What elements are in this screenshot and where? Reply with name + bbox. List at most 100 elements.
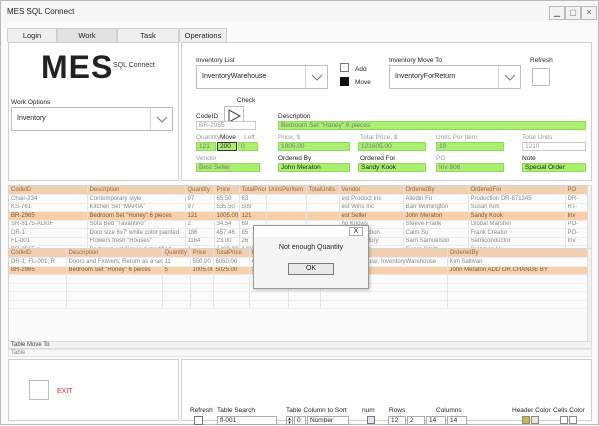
inventory-table-column-header[interactable]: OrderedFor (468, 186, 566, 195)
inventory-table-cell[interactable]: Semiconductor (468, 237, 566, 246)
inventory-table-cell[interactable]: est Wins Inc (339, 203, 404, 212)
inventory-table-column-header[interactable]: Description (87, 186, 186, 195)
inventory-table-cell[interactable]: DR-1 (9, 228, 88, 238)
inventory-table-cell[interactable] (306, 203, 340, 212)
inventory-table-cell[interactable]: 457.46 (214, 228, 240, 238)
column-stepper[interactable]: ▴ ▾ (286, 416, 293, 426)
inventory-table-cell[interactable]: Susan Kim (468, 203, 566, 212)
vendor-field[interactable]: Best Seller (196, 163, 260, 172)
cells-color-swatch-2[interactable] (569, 416, 577, 424)
minimize-icon[interactable]: ▁ (549, 6, 565, 20)
column-index-field[interactable]: 0 (294, 416, 306, 425)
move-table-cell[interactable] (320, 291, 448, 301)
inventory-table-cell[interactable]: 121 (185, 211, 215, 221)
move-table-cell[interactable]: 550.00 (190, 257, 214, 267)
description-field[interactable]: Bedroom Set "Honey" 6 pieces (278, 121, 586, 130)
inventory-table-cell[interactable]: Alledin Fu (403, 194, 469, 204)
inventory-table-cell[interactable]: Production DR-871345 (468, 194, 566, 204)
move-table-cell[interactable] (249, 300, 289, 309)
table-move-to-bar[interactable]: Table Move To (8, 341, 592, 349)
inventory-table-cell[interactable]: 2 (185, 220, 215, 229)
inventory-table-cell[interactable]: 1005.00 (214, 211, 240, 221)
move-table-column-header[interactable]: Quantity (162, 249, 191, 258)
inventory-table-row[interactable]: Chair-234 Contemporary style 97 65.50 63 est … (9, 194, 591, 204)
move-table-cell[interactable] (9, 300, 67, 309)
price-field[interactable]: 1005.00 (278, 142, 350, 151)
move-table-cell[interactable] (447, 274, 591, 284)
move-table-cell[interactable] (288, 291, 321, 301)
move-table-cell[interactable]: 11 (162, 257, 191, 267)
move-table-cell[interactable] (66, 300, 163, 309)
move-table-cell[interactable] (213, 283, 250, 292)
inventory-table-cell[interactable]: 186 (185, 228, 215, 238)
move-table-cell[interactable]: 5 (162, 266, 191, 275)
quantity-field[interactable]: 121 (196, 142, 216, 151)
move-table-cell[interactable] (162, 291, 191, 301)
move-table-empty-row[interactable] (9, 291, 591, 301)
num-checkbox[interactable] (367, 416, 375, 424)
inventory-table-cell[interactable]: KS-761 (9, 203, 88, 212)
add-checkbox[interactable] (340, 63, 349, 72)
inventory-table-row[interactable]: BR-2965 Bedroom Set "Honey" 6 pieces 121 10… (9, 211, 591, 221)
inventory-table-cell[interactable]: Sam Samuelson (403, 237, 469, 246)
column-name-field[interactable]: Number (307, 416, 349, 425)
move-checkbox[interactable] (340, 77, 349, 86)
inventory-table-cell[interactable]: 63 (239, 194, 267, 204)
refresh-bottom-checkbox[interactable] (194, 416, 203, 425)
move-table-column-header[interactable]: OrderedBy (447, 249, 591, 258)
inventory-table-column-header[interactable]: OrderedBy (403, 186, 469, 195)
inventory-table-cell[interactable]: est Product Inc (339, 194, 404, 204)
inventory-table-cell[interactable] (306, 194, 340, 204)
move-table-cell[interactable] (213, 274, 250, 284)
note-field[interactable]: Special Order (522, 163, 586, 172)
tab-task[interactable]: Task (117, 28, 179, 42)
inventory-table-cell[interactable]: Frank Creator (468, 228, 566, 238)
rows-field-2[interactable]: 2 (407, 416, 425, 425)
inventory-table-cell[interactable]: 121 (239, 211, 267, 221)
move-table-cell[interactable] (213, 291, 250, 301)
inventory-table-cell[interactable]: Global Marshel (468, 220, 566, 229)
move-table-cell[interactable] (66, 274, 163, 284)
inventory-table-cell[interactable] (306, 211, 340, 221)
move-table-cell[interactable] (447, 291, 591, 301)
inventory-table-cell[interactable]: Barr Wilmington (403, 203, 469, 212)
po-field[interactable]: Inv 908 (436, 163, 504, 172)
inventory-table-cell[interactable]: Door size 6x7' white color painted (87, 228, 186, 238)
columns-field-1[interactable]: 14 (426, 416, 446, 425)
maximize-icon[interactable]: ▢ (565, 6, 581, 20)
codeid-field[interactable]: BR-2965 (196, 121, 256, 130)
header-color-swatch[interactable] (522, 416, 530, 424)
refresh-top-button[interactable] (532, 68, 550, 86)
table-bar[interactable]: Table (8, 349, 592, 357)
inventory-table-cell[interactable]: 535.50 (214, 203, 240, 212)
inventory-table-cell[interactable]: Kitchen Set "MARIA" (87, 203, 186, 212)
inventory-table-cell[interactable] (266, 203, 307, 212)
move-table-cell[interactable] (162, 300, 191, 309)
tab-operations[interactable]: Operations (179, 28, 227, 42)
move-table-cell[interactable]: 5025.00 (213, 266, 250, 275)
columns-field-2[interactable]: 14 (447, 416, 467, 425)
move-table-cell[interactable] (249, 291, 289, 301)
move-table-cell[interactable]: John Meraton ADD OR CHANGE BY (447, 266, 591, 275)
inventory-table-column-header[interactable]: Quantity (185, 186, 215, 195)
move-table-column-header[interactable]: Description (66, 249, 163, 258)
move-table-cell[interactable] (66, 291, 163, 301)
inventory-table-cell[interactable]: Chair-234 (9, 194, 88, 204)
inventory-table-cell[interactable]: BR-2965 (9, 211, 88, 221)
inventory-table-cell[interactable]: Bedroom Set "Honey" 6 pieces (87, 211, 186, 221)
exit-button[interactable] (29, 380, 49, 400)
move-table-cell[interactable] (447, 283, 591, 292)
tab-work[interactable]: Work (57, 28, 117, 42)
inventory-table-column-header[interactable]: Vendor (339, 186, 404, 195)
inventory-table-cell[interactable]: Sofa Bed "Tavantino" (87, 220, 186, 229)
inventory-table-cell[interactable]: Contemporary style (87, 194, 186, 204)
inventory-table-column-header[interactable]: CodeID (9, 186, 88, 195)
inventory-table-cell[interactable]: 509 (239, 203, 267, 212)
total-price-field[interactable]: 121605.00 (358, 142, 426, 151)
inventory-table-cell[interactable]: 97 (185, 194, 215, 204)
move-table-cell[interactable]: Doors and Flowers; Return as a set (66, 257, 163, 267)
move-table-cell[interactable]: 1005.00 (190, 266, 214, 275)
move-table-cell[interactable]: Kim Sallivan (447, 257, 591, 267)
inventory-table-cell[interactable]: 97 (185, 203, 215, 212)
ordered-by-field[interactable]: John Meraton (278, 163, 350, 172)
